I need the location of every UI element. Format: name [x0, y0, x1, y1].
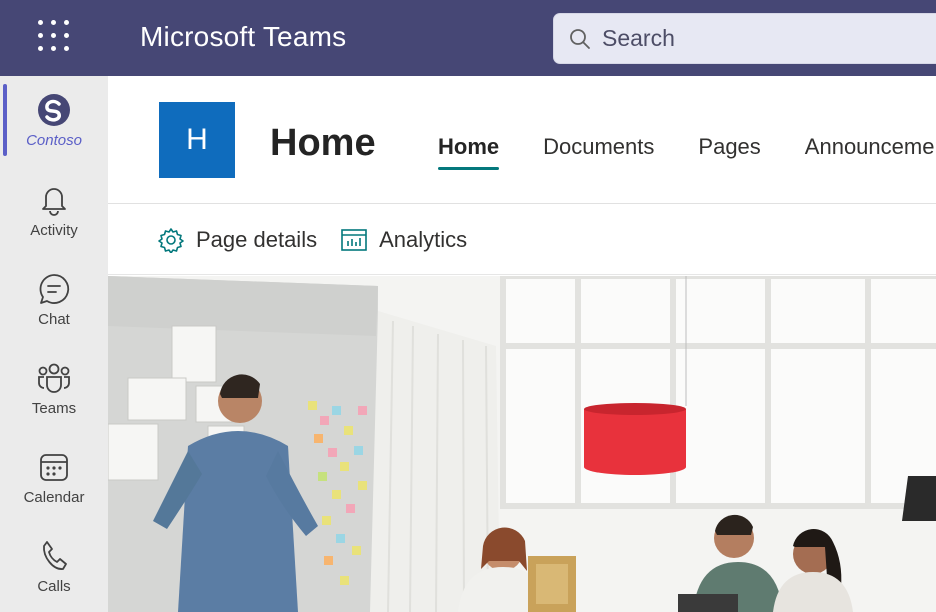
rail-item-chat[interactable]: Chat	[0, 271, 108, 355]
rail-label-chat: Chat	[38, 311, 70, 328]
rail-item-contoso[interactable]: Contoso	[0, 84, 108, 168]
site-title: Home	[270, 122, 376, 164]
site-logo[interactable]: H	[159, 102, 235, 178]
rail-item-calendar[interactable]: Calendar	[0, 449, 108, 533]
site-header: H Home Home Documents Pages Announcement…	[108, 76, 936, 204]
search-box[interactable]	[553, 13, 936, 64]
active-indicator	[3, 84, 7, 156]
contoso-logo-icon	[36, 92, 72, 128]
bell-icon	[36, 182, 72, 218]
calendar-icon	[36, 449, 72, 485]
phone-icon	[36, 538, 72, 574]
tab-documents[interactable]: Documents	[543, 134, 654, 170]
command-bar: Page details Analytics	[108, 205, 936, 275]
rail-item-activity[interactable]: Activity	[0, 182, 108, 266]
chat-icon	[36, 271, 72, 307]
hero-image	[108, 276, 936, 612]
site-navigation: Home Documents Pages Announcements	[438, 134, 936, 170]
rail-label-calls: Calls	[37, 578, 71, 595]
rail-label-activity: Activity	[30, 222, 78, 239]
page-details-button[interactable]: Page details	[158, 227, 317, 253]
page-details-label: Page details	[196, 226, 318, 252]
rail-label-contoso: Contoso	[26, 132, 82, 149]
search-input[interactable]	[602, 25, 902, 52]
app-title: Microsoft Teams	[140, 21, 347, 52]
tab-pages[interactable]: Pages	[698, 134, 760, 170]
rail-label-calendar: Calendar	[23, 489, 85, 506]
main-content: H Home Home Documents Pages Announcement…	[108, 76, 936, 612]
app-rail: Contoso Activity Chat Teams Calendar Cal…	[0, 76, 108, 612]
top-bar: Microsoft Teams	[0, 0, 936, 76]
tab-home[interactable]: Home	[438, 134, 500, 170]
app-launcher-icon[interactable]	[36, 18, 72, 54]
rail-item-calls[interactable]: Calls	[0, 538, 108, 612]
analytics-icon	[341, 228, 367, 251]
search-icon	[570, 28, 590, 49]
rail-item-teams[interactable]: Teams	[0, 360, 108, 444]
rail-label-teams: Teams	[31, 400, 77, 417]
tab-announcements[interactable]: Announcements	[805, 134, 936, 170]
gear-icon	[158, 227, 184, 253]
analytics-button[interactable]: Analytics	[341, 227, 467, 253]
teams-icon	[36, 360, 72, 396]
analytics-label: Analytics	[379, 226, 468, 252]
